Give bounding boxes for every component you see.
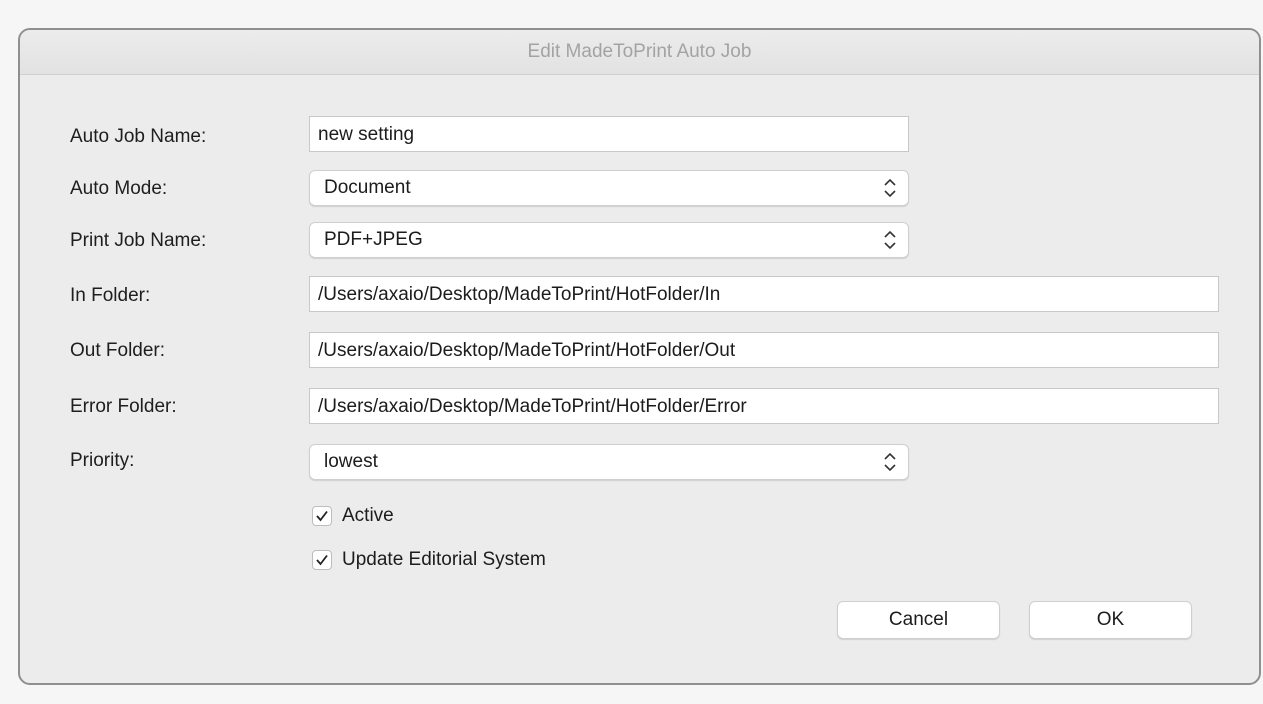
print-job-name-label: Print Job Name: <box>70 230 207 251</box>
in-folder-label: In Folder: <box>70 285 151 306</box>
checkbox-box[interactable] <box>312 550 332 570</box>
active-checkbox-label: Active <box>342 505 394 526</box>
print-job-name-select[interactable]: PDF+JPEG <box>309 222 909 258</box>
checkmark-icon <box>316 554 328 566</box>
checkmark-icon <box>316 510 328 522</box>
in-folder-field[interactable]: /Users/axaio/Desktop/MadeToPrint/HotFold… <box>309 276 1219 312</box>
auto-job-name-field[interactable]: new setting <box>309 116 909 152</box>
out-folder-label: Out Folder: <box>70 340 166 361</box>
title-bar[interactable]: Edit MadeToPrint Auto Job <box>20 30 1259 75</box>
error-folder-label: Error Folder: <box>70 396 177 417</box>
priority-select[interactable]: lowest <box>309 444 909 480</box>
chevron-up-down-icon <box>880 171 900 205</box>
auto-mode-label: Auto Mode: <box>70 178 168 199</box>
dialog-title: Edit MadeToPrint Auto Job <box>527 41 752 62</box>
auto-job-name-label: Auto Job Name: <box>70 126 207 147</box>
auto-mode-select[interactable]: Document <box>309 170 909 206</box>
cancel-button[interactable]: Cancel <box>837 601 1000 639</box>
out-folder-field[interactable]: /Users/axaio/Desktop/MadeToPrint/HotFold… <box>309 332 1219 368</box>
priority-label: Priority: <box>70 450 135 471</box>
chevron-up-down-icon <box>880 445 900 479</box>
ok-button[interactable]: OK <box>1029 601 1192 639</box>
active-checkbox[interactable]: Active <box>312 502 394 530</box>
edit-auto-job-dialog: Edit MadeToPrint Auto Job Auto Job Name:… <box>18 28 1261 685</box>
update-editorial-system-checkbox[interactable]: Update Editorial System <box>312 546 546 574</box>
priority-value: lowest <box>324 451 378 472</box>
chevron-up-down-icon <box>880 223 900 257</box>
print-job-name-value: PDF+JPEG <box>324 229 423 250</box>
auto-mode-value: Document <box>324 177 411 198</box>
update-editorial-system-label: Update Editorial System <box>342 549 546 570</box>
error-folder-field[interactable]: /Users/axaio/Desktop/MadeToPrint/HotFold… <box>309 388 1219 424</box>
checkbox-box[interactable] <box>312 506 332 526</box>
